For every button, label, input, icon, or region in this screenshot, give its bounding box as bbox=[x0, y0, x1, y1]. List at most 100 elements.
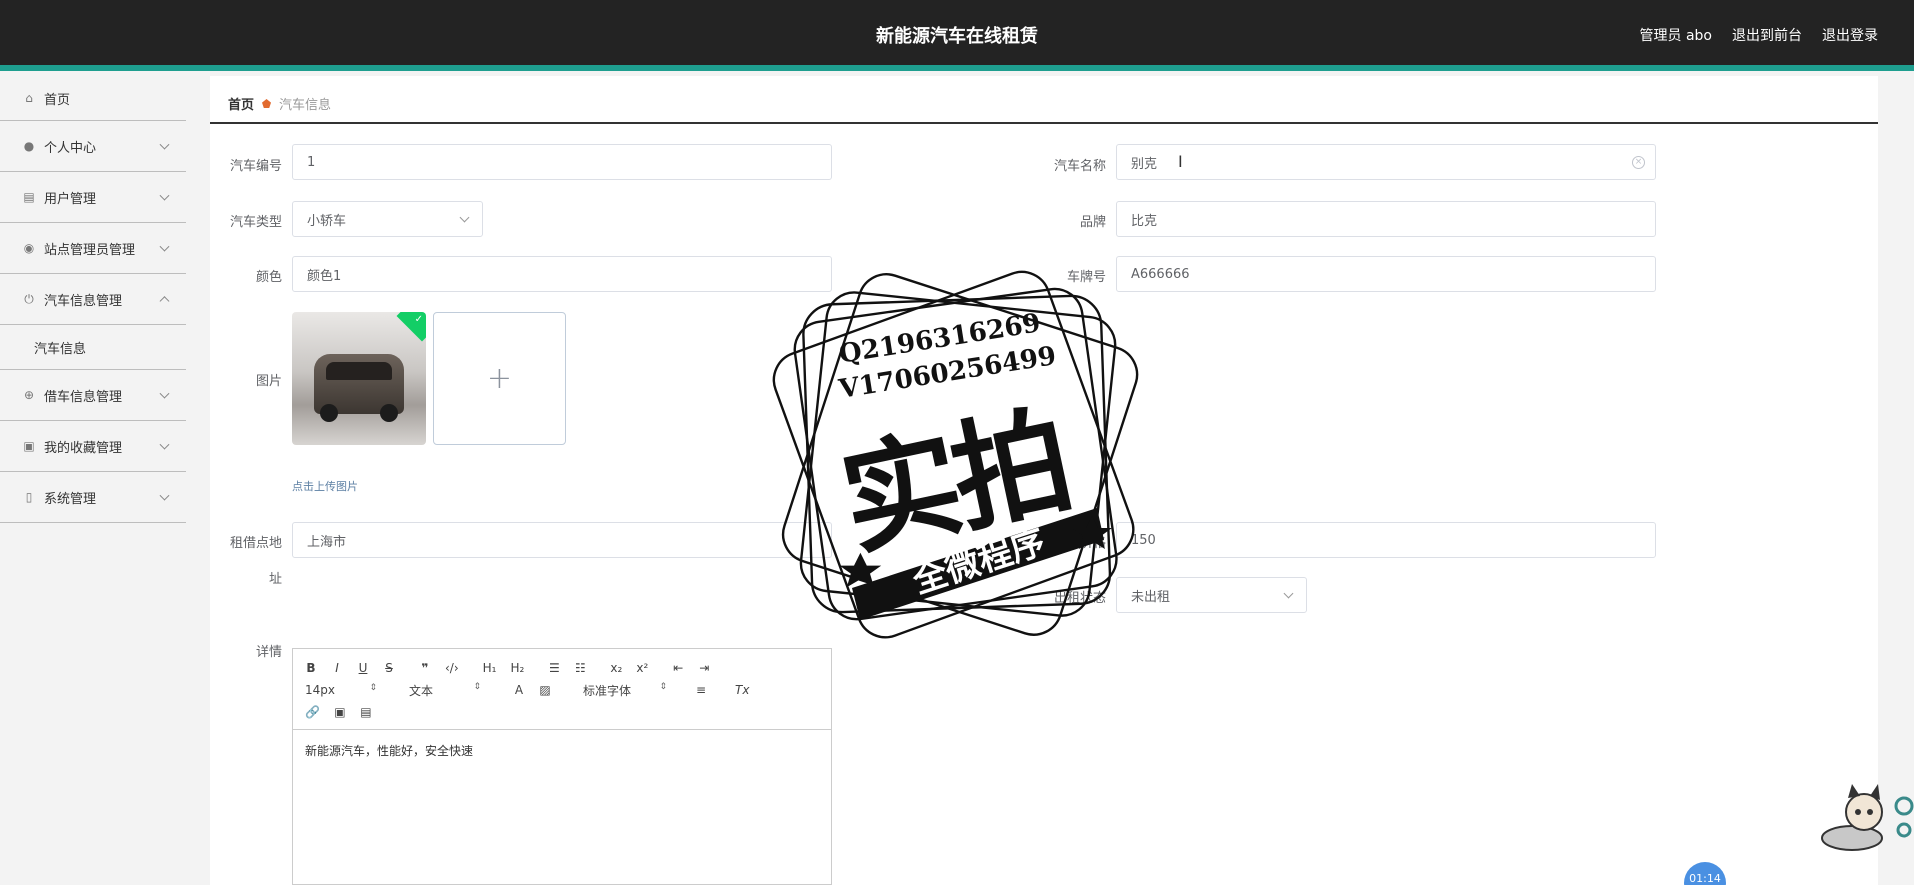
sidebar-item-label: 首页 bbox=[44, 92, 71, 108]
subscript-icon[interactable]: x₂ bbox=[610, 661, 622, 675]
heading1-icon[interactable]: H₁ bbox=[483, 661, 497, 675]
sidebar-item-system-management[interactable]: ▯ 系统管理 bbox=[0, 472, 186, 523]
header-actions: 管理员 abo 退出到前台 退出登录 bbox=[1640, 25, 1878, 45]
breadcrumb-current: 汽车信息 bbox=[279, 98, 332, 113]
color-input[interactable]: 颜色1 bbox=[292, 256, 832, 292]
font-family-select[interactable]: 标准字体 ⇕ bbox=[583, 682, 667, 699]
location-input[interactable]: 上海市 bbox=[292, 522, 832, 558]
strike-icon[interactable]: S bbox=[383, 661, 395, 675]
image-icon[interactable]: ▣ bbox=[334, 705, 346, 719]
user-icon: ● bbox=[23, 139, 35, 153]
font-family-value: 标准字体 bbox=[583, 683, 632, 698]
color-value: 颜色1 bbox=[307, 268, 342, 284]
price-input[interactable]: 150 bbox=[1116, 522, 1656, 558]
sidebar: ⌂ 首页 ● 个人中心 ▤ 用户管理 ◉ 站点管理员管理 ⏻ 汽车信息管理 汽车… bbox=[0, 76, 186, 885]
code-icon[interactable]: ‹/› bbox=[445, 661, 459, 675]
location-icon: ◉ bbox=[23, 241, 35, 255]
align-icon[interactable]: ≡ bbox=[695, 683, 707, 697]
breadcrumb: 首页 汽车信息 bbox=[228, 94, 331, 113]
indent-icon[interactable]: ⇥ bbox=[698, 661, 710, 675]
text-style-value: 文本 bbox=[409, 683, 434, 698]
breadcrumb-separator-icon bbox=[262, 99, 272, 108]
sidebar-item-user-management[interactable]: ▤ 用户管理 bbox=[0, 172, 186, 223]
upload-button[interactable]: + bbox=[433, 312, 566, 445]
chevron-up-icon bbox=[159, 296, 170, 307]
chevron-down-icon bbox=[159, 190, 170, 201]
sidebar-item-label: 系统管理 bbox=[44, 491, 97, 507]
ordered-list-icon[interactable]: ☰ bbox=[548, 661, 560, 675]
home-icon: ⌂ bbox=[25, 91, 33, 105]
select-arrows-icon: ⇕ bbox=[369, 683, 377, 693]
superscript-icon[interactable]: x² bbox=[636, 661, 648, 675]
italic-icon[interactable]: I bbox=[331, 661, 343, 675]
app-title: 新能源汽车在线租赁 bbox=[876, 26, 1038, 47]
image-label: 图片 bbox=[255, 374, 282, 389]
status-value: 未出租 bbox=[1131, 589, 1171, 605]
sidebar-item-home[interactable]: ⌂ 首页 bbox=[0, 76, 186, 121]
admin-label: 管理员 abo bbox=[1639, 28, 1712, 44]
font-size-select[interactable]: 14px ⇕ bbox=[305, 683, 377, 697]
bullet-list-icon[interactable]: ☷ bbox=[574, 661, 586, 675]
upload-hint: 点击上传图片 bbox=[292, 480, 358, 493]
background-color-icon[interactable]: ▨ bbox=[539, 683, 551, 697]
mascot-cat-icon[interactable] bbox=[1812, 782, 1914, 852]
chevron-down-icon bbox=[159, 439, 170, 450]
sidebar-item-borrow-info-management[interactable]: ⊕ 借车信息管理 bbox=[0, 370, 186, 421]
font-size-value: 14px bbox=[305, 683, 335, 697]
text-style-select[interactable]: 文本 ⇕ bbox=[409, 682, 481, 699]
brand-label: 品牌 bbox=[1079, 215, 1106, 230]
car-image-wheel bbox=[320, 404, 338, 422]
car-image-wheel bbox=[380, 404, 398, 422]
car-name-input[interactable]: 别克 × bbox=[1116, 144, 1656, 180]
brand-input[interactable]: 比克 bbox=[1116, 201, 1656, 237]
brand-value: 比克 bbox=[1131, 213, 1158, 229]
quote-icon[interactable]: ❞ bbox=[419, 661, 431, 675]
car-type-select[interactable]: 小轿车 bbox=[292, 201, 483, 237]
editor-content[interactable]: 新能源汽车，性能好，安全快速 bbox=[293, 730, 831, 771]
chevron-down-icon bbox=[1283, 588, 1294, 599]
location-label-line2: 址 bbox=[268, 572, 282, 587]
color-label: 颜色 bbox=[255, 270, 282, 285]
car-image-glass bbox=[326, 362, 392, 380]
plate-value: A666666 bbox=[1131, 266, 1190, 282]
underline-icon[interactable]: U bbox=[357, 661, 369, 675]
breadcrumb-home[interactable]: 首页 bbox=[228, 94, 254, 113]
status-select[interactable]: 未出租 bbox=[1116, 577, 1307, 613]
car-type-label: 汽车类型 bbox=[229, 215, 282, 230]
car-thumbnail[interactable]: ✓ bbox=[292, 312, 426, 445]
outdent-icon[interactable]: ⇤ bbox=[672, 661, 684, 675]
plate-input[interactable]: A666666 bbox=[1116, 256, 1656, 292]
clear-format-icon[interactable]: Tx bbox=[735, 683, 749, 697]
editor-toolbar: B I U S ❞ ‹/› H₁ H₂ ☰ ☷ x₂ x² ⇤ ⇥ 14px ⇕ … bbox=[293, 649, 831, 730]
video-icon[interactable]: ▤ bbox=[360, 705, 372, 719]
heading2-icon[interactable]: H₂ bbox=[510, 661, 524, 675]
sidebar-item-personal-center[interactable]: ● 个人中心 bbox=[0, 121, 186, 172]
status-label: 出租状态 bbox=[1053, 591, 1106, 606]
exit-to-front-link[interactable]: 退出到前台 bbox=[1732, 25, 1802, 45]
select-arrows-icon: ⇕ bbox=[473, 681, 481, 692]
sidebar-item-label: 我的收藏管理 bbox=[44, 440, 123, 456]
sidebar-subitem-car-info[interactable]: 汽车信息 bbox=[0, 325, 186, 370]
device-icon: ▯ bbox=[25, 490, 33, 504]
car-no-input[interactable]: 1 bbox=[292, 144, 832, 180]
bold-icon[interactable]: B bbox=[305, 661, 317, 675]
clear-icon[interactable]: × bbox=[1632, 156, 1645, 169]
location-value: 上海市 bbox=[307, 534, 347, 550]
plus-icon: + bbox=[486, 361, 513, 396]
chevron-down-icon bbox=[159, 139, 170, 150]
chevron-down-icon bbox=[159, 241, 170, 252]
top-bar: 新能源汽车在线租赁 管理员 abo 退出到前台 退出登录 bbox=[0, 0, 1914, 71]
sidebar-item-label: 汽车信息管理 bbox=[44, 293, 123, 309]
rich-text-editor: B I U S ❞ ‹/› H₁ H₂ ☰ ☷ x₂ x² ⇤ ⇥ 14px ⇕ … bbox=[292, 648, 832, 885]
mascot-graphic bbox=[1821, 784, 1914, 851]
car-no-value: 1 bbox=[307, 154, 316, 170]
target-icon: ⊕ bbox=[23, 388, 35, 402]
link-icon[interactable]: 🔗 bbox=[305, 705, 320, 719]
font-color-icon[interactable]: A bbox=[513, 683, 525, 697]
sidebar-item-label: 站点管理员管理 bbox=[44, 242, 136, 258]
sidebar-item-station-admin[interactable]: ◉ 站点管理员管理 bbox=[0, 223, 186, 274]
car-no-label: 汽车编号 bbox=[229, 159, 282, 174]
sidebar-item-car-info-management[interactable]: ⏻ 汽车信息管理 bbox=[0, 274, 186, 325]
logout-link[interactable]: 退出登录 bbox=[1822, 25, 1878, 45]
sidebar-item-favorites-management[interactable]: ▣ 我的收藏管理 bbox=[0, 421, 186, 472]
